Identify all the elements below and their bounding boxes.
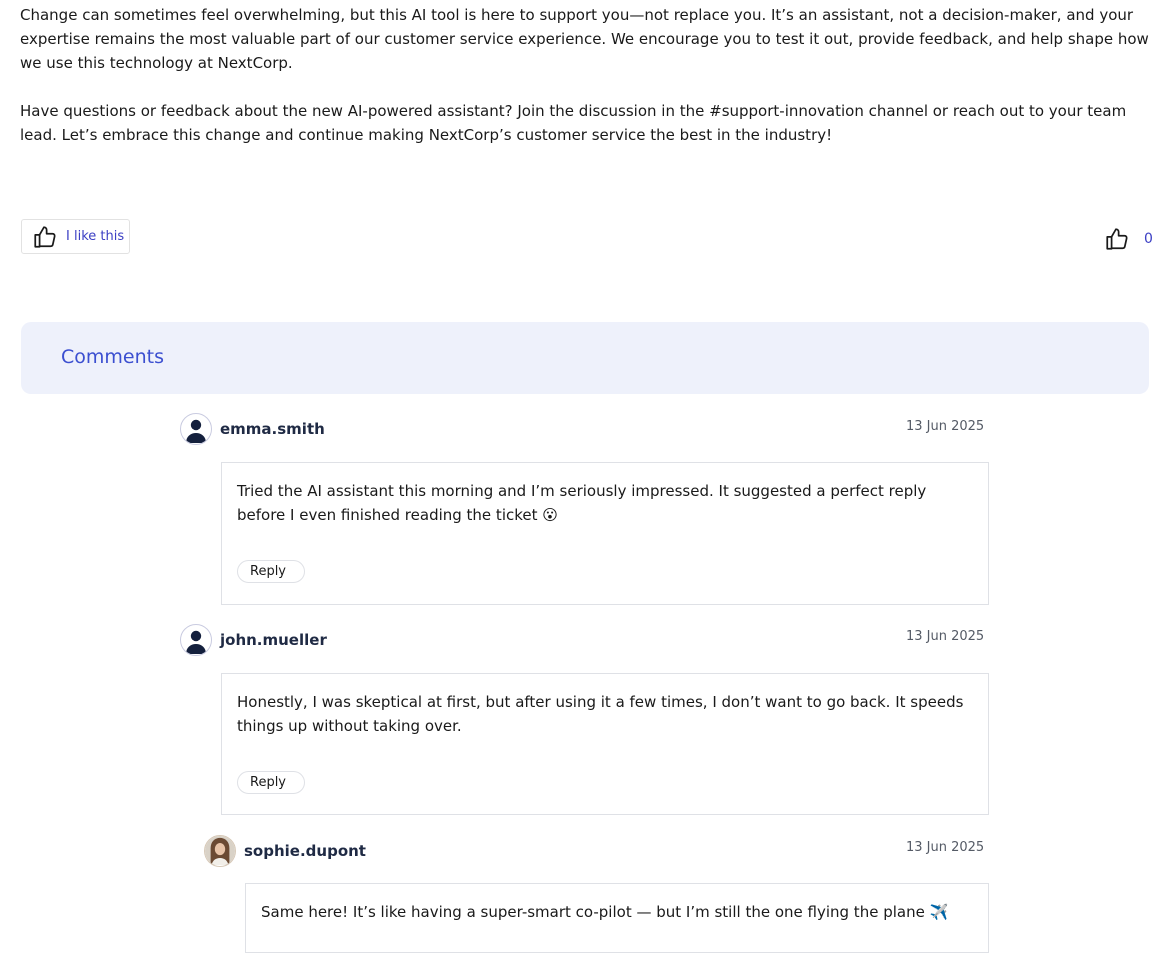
thumbs-up-icon [1104,226,1130,252]
like-counter: 0 [1104,226,1153,252]
reply-button[interactable]: Reply [237,771,305,794]
comment-body: Honestly, I was skeptical at first, but … [221,673,989,815]
like-count[interactable]: 0 [1144,231,1153,247]
comments-title: Comments [61,346,164,368]
comment-date: 13 Jun 2025 [906,840,985,855]
comment-username[interactable]: john.mueller [220,631,327,649]
comment-username[interactable]: emma.smith [220,420,325,438]
comment-text: Tried the AI assistant this morning and … [237,482,927,524]
comment-date: 13 Jun 2025 [906,629,985,644]
article-body: Change can sometimes feel overwhelming, … [20,3,1155,171]
avatar-photo-icon[interactable] [204,835,236,867]
like-button[interactable]: I like this [21,219,130,254]
comment-username[interactable]: sophie.dupont [244,842,366,860]
comment-text: Same here! It’s like having a super-smar… [261,903,949,921]
comment-date: 13 Jun 2025 [906,419,985,434]
comment-author: sophie.dupont [204,835,366,867]
comment-body: Tried the AI assistant this morning and … [221,462,989,605]
comment-author: john.mueller [180,624,327,656]
article-paragraph: Have questions or feedback about the new… [20,102,1127,144]
comment-author: emma.smith [180,413,325,445]
comments-header: Comments [21,322,1149,394]
article-paragraph: Change can sometimes feel overwhelming, … [20,6,1149,72]
like-button-label: I like this [66,229,125,244]
comment-text: Honestly, I was skeptical at first, but … [237,693,964,735]
avatar-placeholder-icon[interactable] [180,624,212,656]
reply-button[interactable]: Reply [237,560,305,583]
avatar-placeholder-icon[interactable] [180,413,212,445]
thumbs-up-icon [32,224,58,250]
